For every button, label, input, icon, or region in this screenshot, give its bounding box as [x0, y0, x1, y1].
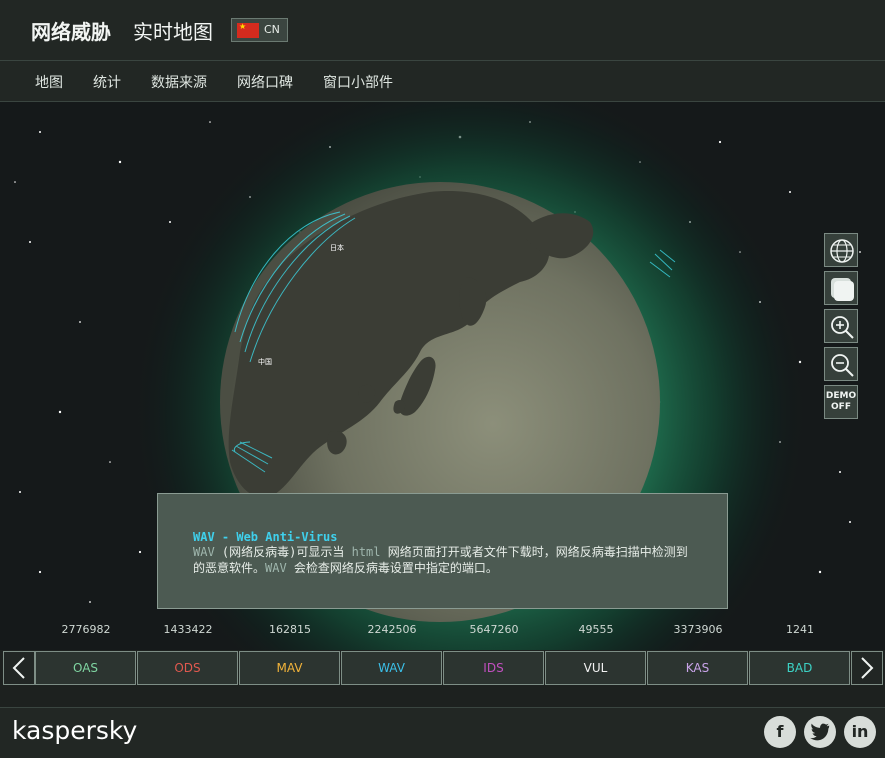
- source-tabs: OAS ODS MAV WAV IDS VUL KAS BAD: [0, 650, 885, 688]
- stat-value-kas: 3373906: [673, 623, 723, 636]
- stat-value-vul: 49555: [578, 623, 614, 636]
- tab-kas[interactable]: KAS: [647, 651, 748, 685]
- chevron-right-icon: [861, 657, 874, 679]
- china-flag-icon: ★: [237, 23, 259, 38]
- nav-item-data-sources[interactable]: 数据来源: [151, 72, 207, 92]
- demo-state: OFF: [831, 402, 851, 412]
- stat-value-ids: 5647260: [469, 623, 519, 636]
- nav-item-stats[interactable]: 统计: [93, 72, 121, 92]
- page-subtitle: 实时地图: [133, 20, 213, 44]
- nav-item-reputation[interactable]: 网络口碑: [237, 72, 293, 92]
- nav-item-map[interactable]: 地图: [35, 72, 63, 92]
- language-selector[interactable]: ★ CN: [231, 18, 288, 42]
- info-panel: WAV - Web Anti-Virus WAV (网络反病毒)可显示当 htm…: [157, 493, 728, 609]
- label-japan: 日本: [330, 243, 344, 252]
- header: 网络威胁 实时地图 ★ CN: [0, 0, 885, 61]
- linkedin-button[interactable]: in: [844, 716, 876, 748]
- main-nav: 地图 统计 数据来源 网络口碑 窗口小部件: [0, 61, 885, 102]
- info-term-wav-2: WAV: [265, 561, 287, 575]
- footer: kaspersky f in: [0, 707, 885, 758]
- globe-icon: [830, 239, 854, 263]
- next-button[interactable]: [851, 651, 883, 685]
- info-term-wav: WAV: [193, 545, 215, 559]
- info-text-3: 会检查网络反病毒设置中指定的端口。: [286, 561, 498, 575]
- prev-button[interactable]: [3, 651, 35, 685]
- demo-toggle-button[interactable]: DEMO OFF: [824, 385, 858, 419]
- zoom-in-icon: [831, 316, 854, 339]
- zoom-out-icon: [831, 354, 854, 377]
- tab-bad[interactable]: BAD: [749, 651, 850, 685]
- flat-map-icon: [831, 278, 854, 301]
- tab-ods[interactable]: ODS: [137, 651, 238, 685]
- tab-ids[interactable]: IDS: [443, 651, 544, 685]
- tab-wav[interactable]: WAV: [341, 651, 442, 685]
- stat-value-oas: 2776982: [61, 623, 111, 636]
- globe-view-button[interactable]: [824, 233, 858, 267]
- info-text-1: (网络反病毒)可显示当: [214, 545, 352, 559]
- info-title: WAV - Web Anti-Virus: [193, 530, 338, 544]
- stat-value-bad: 1241: [786, 623, 814, 636]
- twitter-icon: [810, 723, 830, 741]
- facebook-button[interactable]: f: [764, 716, 796, 748]
- stats-row: 2776982 1433422 162815 2242506 5647260 4…: [0, 623, 885, 639]
- page-title: 网络威胁: [31, 20, 111, 44]
- info-description: WAV (网络反病毒)可显示当 html 网络页面打开或者文件下载时，网络反病毒…: [193, 544, 693, 576]
- tab-oas[interactable]: OAS: [35, 651, 136, 685]
- chevron-left-icon: [12, 657, 25, 679]
- tab-vul[interactable]: VUL: [545, 651, 646, 685]
- twitter-button[interactable]: [804, 716, 836, 748]
- tab-mav[interactable]: MAV: [239, 651, 340, 685]
- flat-view-button[interactable]: [824, 271, 858, 305]
- stat-value-mav: 162815: [269, 623, 311, 636]
- stat-value-wav: 2242506: [367, 623, 417, 636]
- kaspersky-logo[interactable]: kaspersky: [12, 716, 137, 745]
- nav-item-widgets[interactable]: 窗口小部件: [323, 72, 393, 92]
- label-china: 中国: [258, 357, 272, 366]
- demo-label: DEMO: [825, 391, 857, 401]
- info-term-html: html: [351, 545, 381, 559]
- stat-value-ods: 1433422: [163, 623, 213, 636]
- language-code: CN: [264, 23, 280, 36]
- zoom-out-button[interactable]: [824, 347, 858, 381]
- zoom-in-button[interactable]: [824, 309, 858, 343]
